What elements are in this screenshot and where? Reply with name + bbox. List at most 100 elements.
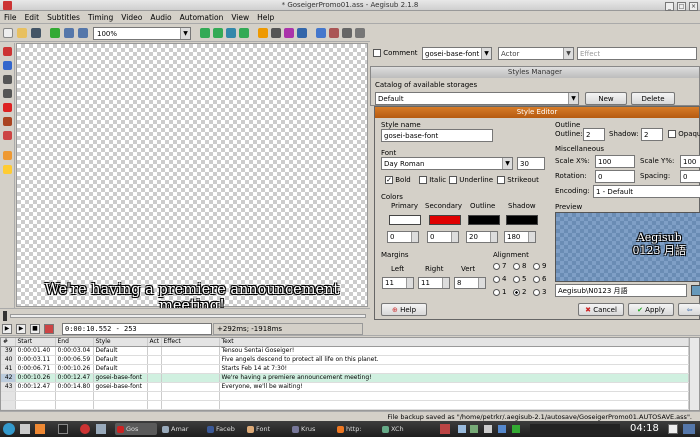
menu-subtitles[interactable]: Subtitles — [43, 11, 84, 24]
rotate-z-icon[interactable] — [3, 75, 12, 84]
alignment-option[interactable]: 1 — [493, 286, 513, 299]
alignment-radio[interactable] — [493, 288, 500, 296]
underline-toggle[interactable]: Underline — [449, 176, 493, 185]
alignment-option[interactable]: 5 — [513, 273, 533, 286]
menu-timing[interactable]: Timing — [84, 11, 117, 24]
primary-color-button[interactable] — [389, 215, 421, 225]
rotation-input[interactable]: 0 — [595, 170, 635, 183]
translation-icon[interactable] — [355, 28, 365, 38]
strikeout-checkbox[interactable] — [497, 176, 505, 184]
new-file-icon[interactable] — [3, 28, 13, 38]
margin-left-input[interactable]: 11 — [382, 277, 414, 289]
preview-bg-color-button[interactable] — [691, 285, 700, 296]
calendar-icon[interactable] — [668, 424, 678, 434]
clip-tool-icon[interactable] — [3, 117, 12, 126]
shadow-color-button[interactable] — [506, 215, 538, 225]
play-icon[interactable]: ▶ — [2, 324, 12, 334]
subtitles-grid[interactable]: # Start End Style Act Effect Text 39 0:00:01.40… — [0, 337, 700, 411]
table-row[interactable]: 40 0:00:03.11 0:00:06.59 Default Five angels… — [1, 355, 689, 365]
alignment-radio[interactable] — [513, 288, 520, 296]
drag-tool-icon[interactable] — [3, 61, 12, 70]
menu-audio[interactable]: Audio — [146, 11, 175, 24]
spacing-input[interactable]: 0 — [680, 170, 700, 183]
table-row[interactable]: 39 0:00:01.40 0:00:03.04 Default Tensou Sent… — [1, 346, 689, 356]
menu-video[interactable]: Video — [117, 11, 146, 24]
alignment-option[interactable]: 4 — [493, 273, 513, 286]
italic-toggle[interactable]: Italic — [419, 176, 446, 185]
video-tool-icon[interactable] — [213, 28, 223, 38]
apply-button[interactable]: ✔ Apply — [628, 303, 674, 316]
autoscroll-icon[interactable] — [44, 324, 54, 334]
taskbar-task-button[interactable]: XCh — [380, 423, 422, 435]
alignment-option[interactable]: 7 — [493, 260, 513, 273]
effect-field[interactable]: Effect — [577, 47, 697, 60]
rotate-xy-icon[interactable] — [3, 89, 12, 98]
video-tool-icon[interactable] — [200, 28, 210, 38]
open-file-icon[interactable] — [17, 28, 27, 38]
video-time-field[interactable]: 0:00:10.552 - 253 — [62, 323, 212, 335]
bold-toggle[interactable]: Bold — [385, 176, 411, 185]
app-menu-icon[interactable] — [3, 1, 12, 10]
shadow-width-input[interactable]: 2 — [641, 128, 663, 141]
help-button[interactable]: ⊕ Help — [381, 303, 427, 316]
zoom-out-icon[interactable] — [78, 28, 88, 38]
browser-launcher-icon[interactable] — [35, 424, 45, 434]
alignment-radio[interactable] — [533, 262, 540, 270]
app-launcher-icon[interactable] — [96, 424, 106, 434]
table-row[interactable]: 43 0:00:12.47 0:00:14.80 gosei-base-font Eve… — [1, 382, 689, 392]
menu-file[interactable]: File — [0, 11, 21, 24]
taskbar-task-button[interactable]: Font — [245, 423, 287, 435]
shadow-alpha-input[interactable]: 180 — [504, 231, 536, 243]
taskbar-task-button[interactable]: Krus — [290, 423, 332, 435]
start-menu-icon[interactable] — [3, 423, 15, 435]
play-line-icon[interactable]: ▶ — [16, 324, 26, 334]
video-tool-icon[interactable] — [239, 28, 249, 38]
preview-text-input[interactable]: Aegisub\N0123 月語 — [555, 284, 687, 297]
outline-width-input[interactable]: 2 — [583, 128, 605, 141]
show-desktop-icon[interactable] — [683, 424, 695, 434]
alignment-radio[interactable] — [493, 262, 500, 270]
alignment-option[interactable]: 8 — [513, 260, 533, 273]
alignment-option[interactable]: 2 — [513, 286, 533, 299]
table-row[interactable]: 42 0:00:10.26 0:00:12.47 gosei-base-font We'… — [1, 373, 689, 383]
taskbar-task-button[interactable]: Amar — [160, 423, 202, 435]
taskbar-task-button[interactable]: Faceb — [205, 423, 247, 435]
font-size-input[interactable]: 30 — [517, 157, 545, 170]
menu-edit[interactable]: Edit — [21, 11, 44, 24]
bold-checkbox[interactable] — [385, 176, 393, 184]
new-catalog-button[interactable]: New — [585, 92, 627, 105]
file-manager-icon[interactable] — [20, 424, 30, 434]
opaque-box-checkbox[interactable] — [668, 130, 676, 138]
seek-track[interactable] — [10, 314, 366, 318]
strikeout-toggle[interactable]: Strikeout — [497, 176, 539, 185]
actor-select[interactable]: Actor ▼ — [498, 47, 574, 60]
alignment-radio[interactable] — [513, 275, 520, 283]
alignment-option[interactable]: 6 — [533, 273, 553, 286]
secondary-alpha-input[interactable]: 0 — [427, 231, 459, 243]
outline-color-button[interactable] — [468, 215, 500, 225]
close-icon[interactable]: × — [689, 2, 698, 11]
font-select[interactable]: Day Roman ▼ — [381, 157, 513, 170]
standard-tool-icon[interactable] — [3, 47, 12, 56]
timing-icon[interactable] — [342, 28, 352, 38]
maximize-icon[interactable]: □ — [677, 2, 686, 11]
minimize-icon[interactable]: _ — [665, 2, 674, 11]
stop-icon[interactable]: ■ — [30, 324, 40, 334]
zoom-select[interactable]: 100% ▼ — [93, 27, 191, 40]
cancel-button[interactable]: ✖ Cancel — [578, 303, 624, 316]
secondary-color-button[interactable] — [429, 215, 461, 225]
terminal-icon[interactable] — [58, 424, 68, 434]
ok-button[interactable]: ⇦ — [678, 303, 700, 316]
resample-icon[interactable] — [329, 28, 339, 38]
table-row[interactable]: 41 0:00:06.71 0:00:10.26 Default Starts Feb … — [1, 364, 689, 374]
comment-checkbox-row[interactable]: Comment — [373, 49, 418, 58]
scale-y-input[interactable]: 100 — [680, 155, 700, 168]
video-seek-bar[interactable] — [0, 308, 370, 322]
scale-x-input[interactable]: 100 — [595, 155, 635, 168]
primary-alpha-input[interactable]: 0 — [387, 231, 419, 243]
fonts-collector-icon[interactable] — [297, 28, 307, 38]
seek-thumb[interactable] — [3, 311, 7, 321]
alignment-radio[interactable] — [533, 275, 540, 283]
opera-icon[interactable] — [80, 424, 90, 434]
alignment-radio[interactable] — [533, 288, 540, 296]
